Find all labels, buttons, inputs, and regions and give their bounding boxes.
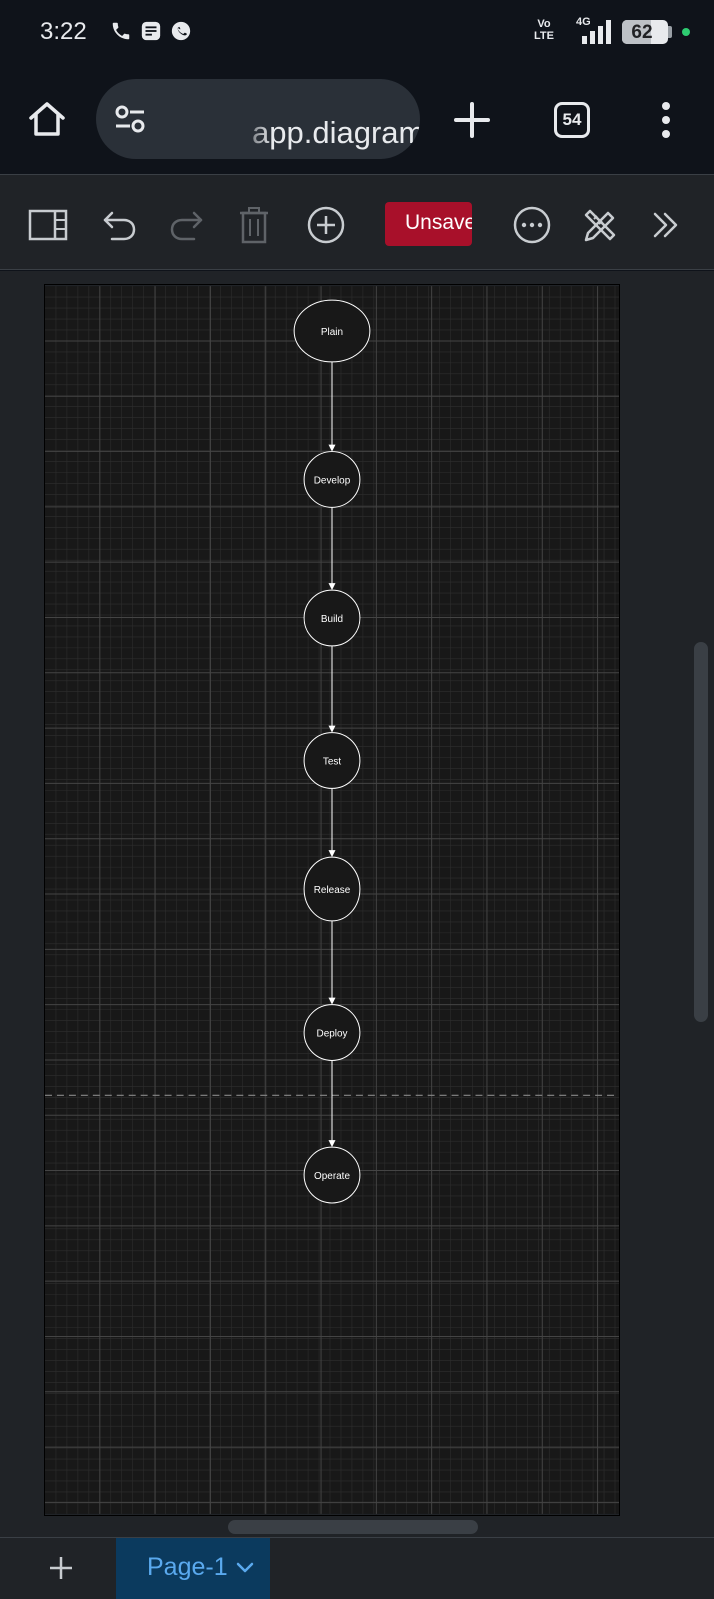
volte-line2: LTE [534,30,554,42]
address-bar[interactable]: app.diagrams.net [96,79,420,159]
more-icon[interactable] [512,205,552,245]
tab-switcher-icon[interactable]: 54 [554,102,590,138]
battery-icon: 62 [622,20,668,44]
phone-call-icon [112,22,130,40]
editor-toolbar: Unsaved [0,174,714,270]
unsaved-label: Unsaved [405,211,472,234]
tab-count: 54 [562,110,582,129]
node-label-plain: Plain [321,327,343,338]
node-label-release: Release [314,885,351,896]
message-app-icon [141,21,161,41]
unsaved-changes-button[interactable]: Unsaved [385,202,472,246]
site-settings-icon[interactable] [114,105,146,133]
status-time: 3:22 [40,18,87,45]
undo-icon[interactable] [100,205,140,245]
status-bar: 3:22 Vo LTE 4G 62 [0,0,714,64]
chevron-down-icon[interactable] [236,1561,254,1575]
page-tab-label: Page-1 [147,1553,228,1581]
delete-icon[interactable] [234,205,274,245]
volte-line1: Vo [537,18,551,30]
node-label-develop: Develop [314,475,351,486]
page-tabs-bar: Page-1 [0,1537,714,1599]
new-tab-icon[interactable] [452,100,492,140]
privacy-indicator-dot [682,28,690,36]
redo-icon[interactable] [166,205,206,245]
diagram-canvas[interactable]: Plain Develop Build Test Release Deploy Operat… [44,284,620,1516]
chat-app-icon [171,21,191,41]
horizontal-scrollbar[interactable] [228,1520,478,1534]
more-vert-icon[interactable] [656,100,676,140]
format-panel-icon[interactable] [28,205,68,245]
volte-indicator: Vo LTE [534,18,554,42]
node-label-test: Test [323,756,341,767]
tab-page-1[interactable]: Page-1 [116,1538,270,1599]
node-label-deploy: Deploy [317,1029,348,1040]
menu-dot [662,102,670,110]
node-label-build: Build [321,614,343,625]
node-label-operate: Operate [314,1171,350,1182]
menu-dot [662,116,670,124]
battery-percent: 62 [631,22,653,43]
expand-icon[interactable] [646,205,686,245]
url-fade [236,94,272,159]
vertical-scrollbar[interactable] [694,642,708,1022]
signal-strength-icon [582,20,611,44]
edit-style-icon[interactable] [580,205,620,245]
url-text: app.diagrams.net [252,115,420,150]
insert-icon[interactable] [306,205,346,245]
browser-toolbar: app.diagrams.net 54 [0,64,714,174]
home-icon[interactable] [26,98,68,140]
menu-dot [662,130,670,138]
battery-tip [668,26,672,38]
add-page-icon[interactable] [48,1555,74,1581]
